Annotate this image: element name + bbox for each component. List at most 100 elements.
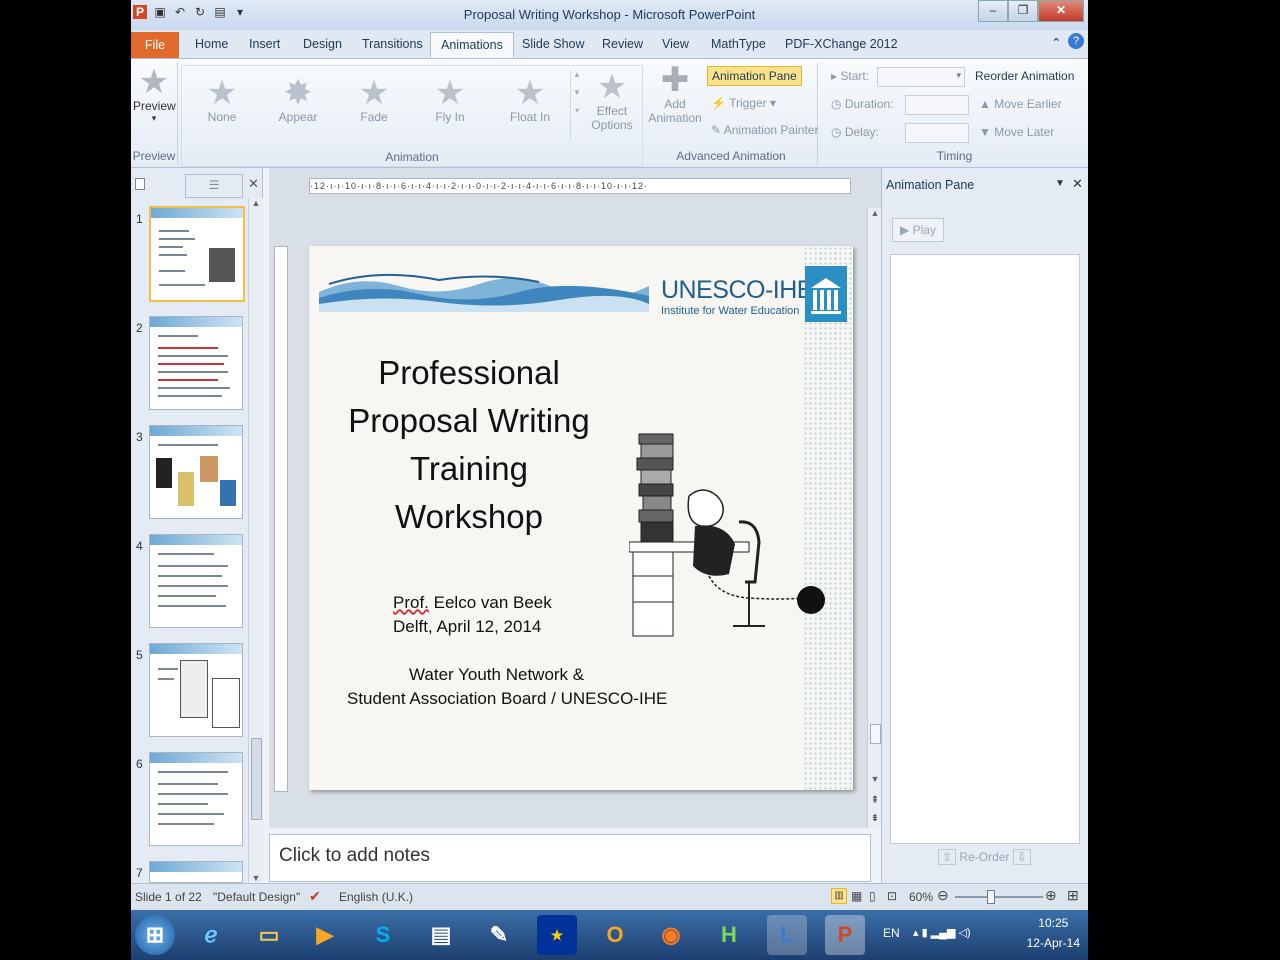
normal-view-icon[interactable]: ▥ (831, 888, 847, 904)
slide-thumbnail-6[interactable] (149, 752, 243, 846)
water-wave-banner (319, 273, 649, 312)
add-animation-button[interactable]: ✚ Add Animation (645, 63, 705, 125)
animation-list[interactable] (890, 254, 1080, 844)
lync-icon[interactable]: L (767, 915, 807, 955)
scroll-thumb[interactable] (870, 724, 881, 744)
tab-insert[interactable]: Insert (249, 37, 280, 51)
start-button-icon[interactable]: ⊞ (135, 915, 175, 955)
internet-explorer-icon[interactable]: ℯ (191, 915, 231, 955)
close-panel-icon[interactable]: ✕ (248, 176, 259, 192)
tab-view[interactable]: View (662, 37, 689, 51)
organisers-line-1: Water Youth Network & (409, 665, 585, 684)
eu-flag-icon[interactable]: ★ (537, 915, 577, 955)
tab-animations[interactable]: Animations (430, 32, 514, 58)
slide-scrollbar[interactable]: ▲ ▼ ⇞ ⇟ (867, 208, 882, 828)
slide-show-icon[interactable]: ⊡ (887, 889, 897, 903)
outlook-icon[interactable]: O (595, 915, 635, 955)
tab-transitions[interactable]: Transitions (362, 37, 423, 51)
animation-pane-button[interactable]: Animation Pane (707, 66, 802, 86)
language-indicator[interactable]: English (U.K.) (339, 890, 413, 904)
start-dropdown[interactable]: ▾ (877, 67, 965, 87)
pane-options-icon[interactable]: ▼ (1055, 178, 1065, 189)
zoom-level[interactable]: 60% (909, 890, 933, 904)
outline-tab-icon[interactable]: ☰ (185, 174, 243, 198)
zoom-slider-thumb[interactable] (987, 890, 995, 904)
slide-thumbnail-4[interactable] (149, 534, 243, 628)
restore-button[interactable]: ❐ (1008, 0, 1038, 22)
preview-group: ★ Preview ▾ Preview (131, 63, 178, 165)
move-down-icon[interactable]: ⇩ (1012, 849, 1031, 865)
move-up-icon[interactable]: ⇧ (938, 849, 957, 865)
effect-fly-in[interactable]: ★ Fly In (424, 76, 476, 124)
gallery-scroll[interactable]: ▲ ▼ ▾ (570, 70, 583, 140)
tab-slide-show[interactable]: Slide Show (522, 37, 585, 51)
slide-thumbnail-5[interactable] (149, 643, 243, 737)
timing-group-label: Timing (936, 149, 973, 163)
previous-slide-icon[interactable]: ⇞ (868, 795, 882, 806)
slide-number: 3 (136, 430, 143, 444)
scroll-down-icon[interactable]: ▼ (868, 774, 882, 784)
media-player-icon[interactable]: ▶ (305, 915, 345, 955)
windows-taskbar: ⊞ ℯ ▭ ▶ S ▤ ✎ ★ O ◉ H L P EN ▴ ▮ ▂▄▆ ◁) … (131, 910, 1088, 960)
clock[interactable]: 10:25 12-Apr-14 (1027, 916, 1080, 950)
tab-mathtype[interactable]: MathType (711, 37, 766, 51)
theme-name[interactable]: "Default Design" (213, 890, 300, 904)
slide-thumbnail-7[interactable] (149, 861, 243, 883)
delay-spinner[interactable] (905, 123, 969, 143)
help-icon[interactable]: ? (1068, 33, 1084, 49)
effect-float-in[interactable]: ★ Float In (500, 76, 560, 124)
effect-options-button[interactable]: ★ Effect Options (584, 70, 640, 132)
close-button[interactable]: ✕ (1038, 0, 1084, 22)
slide-thumbnail-2[interactable] (149, 316, 243, 410)
organisers-line-2: Student Association Board / UNESCO-IHE (347, 689, 668, 708)
zoom-in-icon[interactable]: ⊕ (1045, 887, 1057, 904)
slides-tab-icon[interactable] (135, 178, 145, 190)
slide-thumbnail-1[interactable] (149, 206, 245, 302)
scroll-down-icon[interactable]: ▼ (249, 873, 263, 883)
play-button[interactable]: ▶ Play (892, 218, 944, 242)
reading-view-icon[interactable]: ▯ (869, 889, 876, 903)
firefox-icon[interactable]: ◉ (651, 915, 691, 955)
spelling-check-icon[interactable]: ✔ (309, 888, 321, 905)
powerpoint-taskbar-icon[interactable]: P (825, 915, 865, 955)
tab-design[interactable]: Design (303, 37, 342, 51)
slide-canvas[interactable]: UNESCO-IHE Institute for Water Education… (309, 246, 853, 790)
effect-none[interactable]: ★ None (196, 76, 248, 124)
minimize-ribbon-icon[interactable]: ⌃ (1051, 35, 1061, 50)
app-h-icon[interactable]: H (709, 915, 749, 955)
notes-pane[interactable]: Click to add notes (269, 834, 871, 882)
slides-scrollbar[interactable]: ▲ ▼ (248, 198, 263, 883)
move-earlier-button[interactable]: ▲ Move Earlier (979, 97, 1062, 111)
fit-to-window-icon[interactable]: ⊞ (1067, 887, 1079, 904)
slide-thumbnail-3[interactable] (149, 425, 243, 519)
none-star-icon: ★ (206, 74, 238, 112)
zoom-slider[interactable] (955, 890, 1043, 904)
tab-pdf-xchange[interactable]: PDF-XChange 2012 (785, 37, 898, 51)
input-language[interactable]: EN (883, 926, 900, 940)
scroll-up-icon[interactable]: ▲ (868, 208, 882, 218)
slide-number: 2 (136, 321, 143, 335)
preview-button[interactable]: ★ Preview ▾ (133, 65, 176, 124)
minimize-button[interactable]: – (978, 0, 1008, 22)
skype-icon[interactable]: S (363, 915, 403, 955)
tray-icons[interactable]: ▴ ▮ ▂▄▆ ◁) (913, 926, 971, 939)
animation-painter-button[interactable]: ✎ Animation Painter (711, 123, 818, 137)
zoom-out-icon[interactable]: ⊖ (937, 887, 949, 904)
notepad-icon[interactable]: ✎ (479, 915, 519, 955)
slide-sorter-icon[interactable]: ▦ (851, 889, 862, 903)
close-animation-pane-icon[interactable]: ✕ (1072, 176, 1083, 192)
effect-appear[interactable]: ✸ Appear (272, 76, 324, 124)
tab-home[interactable]: Home (195, 37, 228, 51)
move-later-button[interactable]: ▼ Move Later (979, 125, 1054, 139)
scroll-thumb[interactable] (251, 738, 262, 820)
tab-review[interactable]: Review (602, 37, 643, 51)
duration-spinner[interactable] (905, 95, 969, 115)
trigger-button[interactable]: ⚡ Trigger ▾ (711, 96, 776, 110)
next-slide-icon[interactable]: ⇟ (868, 813, 882, 824)
save-disk-icon[interactable]: ▤ (421, 915, 461, 955)
tab-file[interactable]: File (131, 32, 179, 58)
file-explorer-icon[interactable]: ▭ (249, 915, 289, 955)
effect-fade[interactable]: ★ Fade (348, 76, 400, 124)
scroll-up-icon[interactable]: ▲ (249, 198, 263, 208)
advanced-animation-group: ✚ Add Animation Animation Pane ⚡ Trigger … (645, 63, 818, 165)
